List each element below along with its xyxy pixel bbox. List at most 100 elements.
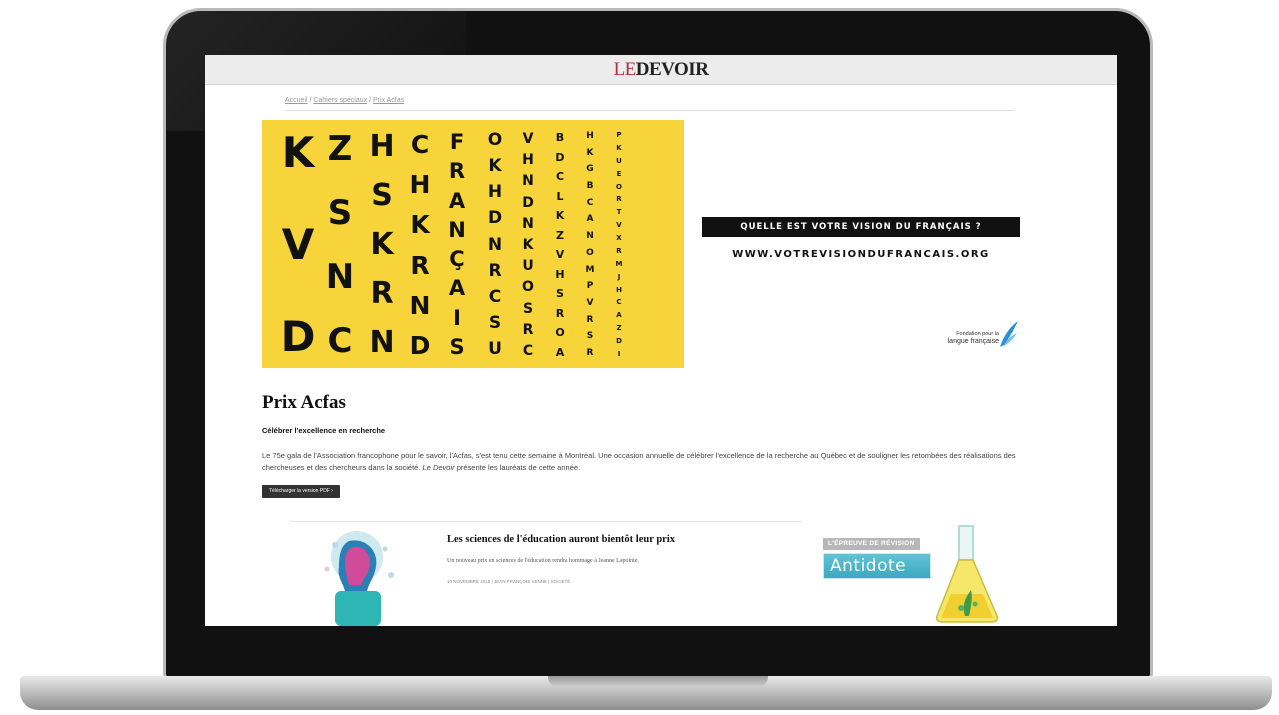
word-letter: V	[522, 131, 534, 147]
vision-url[interactable]: WWW.VOTREVISIONDUFRANCAIS.ORG	[702, 249, 1020, 260]
word-letter: I	[617, 349, 621, 358]
word-letter: U	[616, 156, 622, 165]
word-letter: H	[409, 170, 431, 200]
word-letter: A	[616, 311, 622, 320]
word-letter: F	[449, 130, 465, 154]
word-letter: L	[556, 189, 564, 203]
breadcrumb-cahiers[interactable]: Cahiers spéciaux	[313, 97, 367, 104]
word-letter: H	[487, 182, 503, 203]
word-column: FRANÇAIS	[445, 132, 469, 358]
breadcrumb: Accueil / Cahiers spéciaux / Prix Acfas	[285, 97, 405, 104]
word-letter: X	[616, 234, 622, 242]
word-letter: V	[555, 248, 565, 262]
word-letter: A	[448, 188, 466, 213]
word-letter: K	[370, 227, 394, 262]
word-letter: N	[586, 231, 594, 242]
site-logo[interactable]: LEDEVOIR	[614, 59, 709, 80]
word-letter: U	[488, 339, 502, 359]
word-letter: M	[615, 259, 623, 268]
word-search-banner[interactable]: KVDZSNCHSKRNCHKRNDFRANÇAISOKHDNRCSUVHNDN…	[262, 120, 684, 368]
teaser-description: Un nouveau prix en sciences de l'éducati…	[447, 558, 640, 564]
word-letter: R	[616, 195, 622, 204]
intro-text: Le 75e gala de l'Association francophone…	[262, 451, 1016, 472]
ad-ribbon: L'ÉPREUVE DE RÉVISION	[823, 538, 920, 550]
word-letter: Z	[556, 228, 564, 242]
word-column: PKUEORTVXRMJHCAZDI	[614, 132, 624, 358]
word-letter: I	[453, 305, 461, 330]
word-letter: K	[616, 143, 622, 152]
word-letter: O	[616, 182, 622, 191]
word-letter: O	[522, 279, 534, 296]
word-letter: O	[586, 247, 594, 258]
word-letter: C	[616, 298, 622, 307]
breadcrumb-home[interactable]: Accueil	[285, 97, 308, 104]
word-letter: R	[448, 159, 466, 184]
word-letter: N	[448, 217, 466, 242]
word-letter: N	[487, 234, 503, 255]
word-letter: R	[522, 321, 534, 338]
word-letter: C	[586, 197, 594, 208]
word-letter: N	[522, 215, 534, 232]
word-letter: H	[369, 129, 395, 164]
teaser-title[interactable]: Les sciences de l'éducation auront bient…	[447, 534, 675, 545]
word-letter: D	[487, 208, 503, 229]
word-letter: R	[616, 246, 622, 255]
antidote-ad[interactable]: L'ÉPREUVE DE RÉVISION Antidote	[819, 521, 1012, 626]
word-letter: R	[410, 250, 430, 280]
teaser-image[interactable]	[287, 527, 417, 626]
sponsor-feather-icon	[1000, 321, 1018, 347]
site-header: LEDEVOIR	[205, 55, 1117, 85]
vision-label[interactable]: QUELLE EST VOTRE VISION DU FRANÇAIS ?	[702, 217, 1020, 237]
word-letter: C	[410, 130, 430, 159]
word-letter: S	[556, 287, 564, 301]
word-letter: H	[522, 152, 534, 169]
word-letter: G	[586, 164, 594, 175]
word-letter: J	[617, 272, 621, 281]
word-letter: S	[327, 193, 353, 233]
word-letter: D	[616, 337, 622, 345]
word-letter: K	[555, 209, 565, 223]
sponsor-text: Fondation pour la langue française	[947, 331, 999, 345]
word-letter: R	[555, 306, 565, 320]
word-letter: D	[409, 330, 431, 360]
breadcrumb-current[interactable]: Prix Acfas	[373, 97, 404, 104]
word-letter: O	[555, 326, 565, 340]
word-column: KVD	[275, 132, 321, 358]
word-letter: T	[616, 208, 622, 217]
word-letter: B	[555, 131, 565, 144]
word-letter: V	[586, 297, 594, 308]
word-letter: R	[586, 314, 594, 325]
word-letter: S	[488, 312, 502, 333]
divider	[290, 521, 802, 522]
word-letter: K	[586, 147, 594, 158]
word-letter: B	[586, 181, 594, 192]
word-letter: P	[586, 281, 594, 292]
laptop-notch	[548, 676, 768, 687]
word-letter: S	[449, 334, 465, 359]
ad-brand: Antidote	[823, 553, 931, 579]
word-letter: K	[410, 210, 430, 240]
page-title: Prix Acfas	[262, 392, 346, 413]
word-letter: Z	[327, 129, 353, 169]
browser-screen: LEDEVOIR Accueil / Cahiers spéciaux / Pr…	[205, 55, 1117, 626]
word-letter: S	[586, 331, 594, 342]
word-letter: Z	[616, 324, 622, 333]
word-letter: Ç	[449, 247, 465, 272]
word-letter: A	[555, 345, 565, 359]
word-letter: V	[616, 221, 622, 230]
word-column: VHNDNKUOSRC	[519, 132, 537, 358]
word-column: CHKRND	[406, 132, 434, 358]
download-pdf-button[interactable]: Télécharger la version PDF ›	[262, 485, 340, 498]
word-column: ZSNC	[322, 132, 358, 358]
word-letter: N	[522, 173, 534, 190]
word-letter: E	[616, 169, 622, 178]
word-letter: D	[522, 194, 534, 211]
word-letter: M	[585, 264, 595, 275]
word-letter: P	[616, 131, 622, 139]
word-letter: K	[281, 128, 315, 177]
word-letter: U	[522, 258, 534, 275]
word-column: HSKRN	[366, 132, 398, 358]
word-column: BDCLKZVHSROA	[553, 132, 567, 358]
word-letter: K	[488, 156, 502, 177]
word-letter: K	[522, 236, 534, 253]
